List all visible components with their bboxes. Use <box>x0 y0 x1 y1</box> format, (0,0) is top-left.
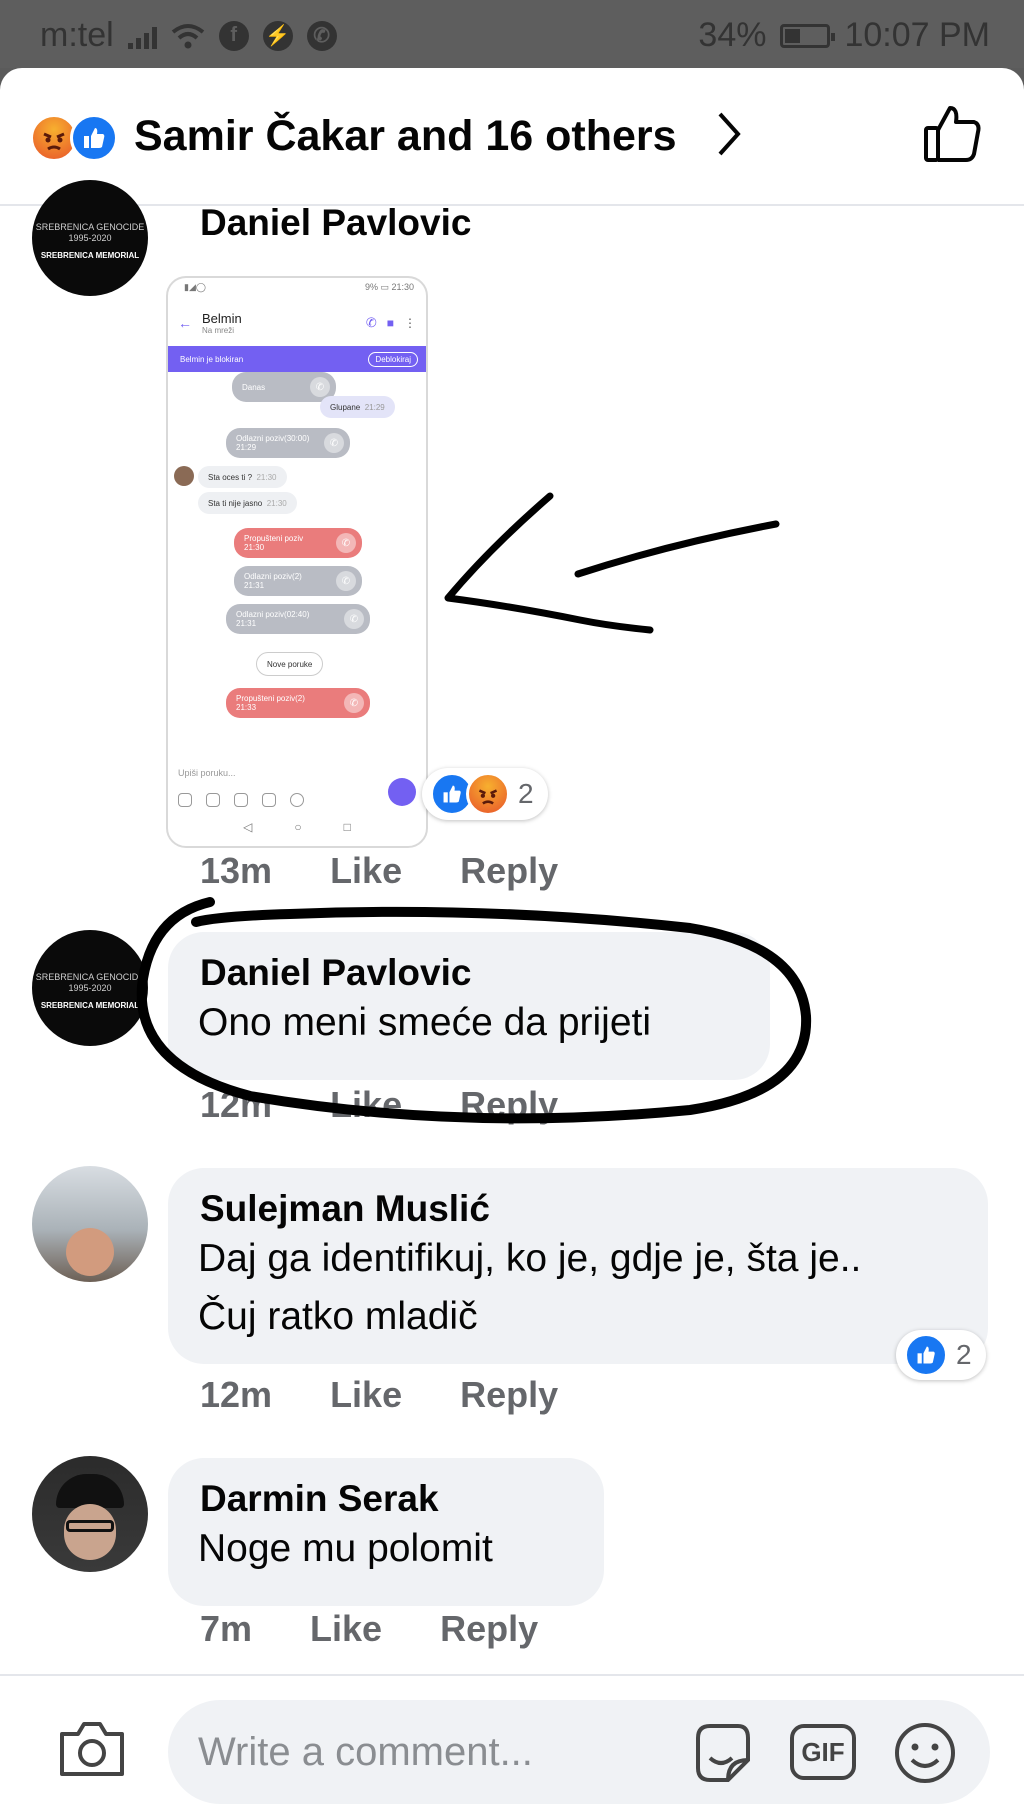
comment-meta: 13m Like Reply <box>200 850 558 892</box>
comment-bubble[interactable]: Sulejman Muslić Daj ga identifikuj, ko j… <box>168 1168 988 1364</box>
like-link[interactable]: Like <box>330 1374 402 1416</box>
like-reaction-icon <box>70 114 118 162</box>
chat-divider: Nove poruke <box>256 652 324 676</box>
unblock-button: Deblokiraj <box>368 351 418 367</box>
reply-link[interactable]: Reply <box>460 850 558 892</box>
wifi-icon <box>171 23 204 48</box>
reply-link[interactable]: Reply <box>440 1608 538 1650</box>
blocked-banner: Belmin je blokiran Deblokiraj <box>168 346 426 372</box>
comment-meta: 7m Like Reply <box>200 1608 538 1650</box>
chat-message: Sta oces ti ? 21:30 <box>198 466 287 488</box>
comment-composer: GIF <box>0 1674 1024 1820</box>
chat-message: Odlazni poziv(30:00) 21:29 ✆ <box>226 428 350 458</box>
comment-input-container[interactable]: GIF <box>168 1700 990 1804</box>
carrier-label: m:tel <box>40 16 114 54</box>
comment-time: 13m <box>200 850 273 891</box>
chat-message: Glupane 21:29 <box>320 396 395 418</box>
chat-message: Propušteni poziv 21:30 ✆ <box>234 528 362 558</box>
clock: 10:07 PM <box>844 16 990 54</box>
status-right: 34% 10:07 PM <box>698 16 990 55</box>
comment-author[interactable]: Daniel Pavlovic <box>200 202 471 244</box>
hand-drawn-arrow-annotation <box>444 492 780 634</box>
like-reaction-icon <box>904 1333 948 1377</box>
image-toolbar <box>178 790 416 810</box>
phone-icon: ✆ <box>365 315 377 330</box>
sticker-icon[interactable] <box>688 1720 754 1786</box>
comment-time: 12m <box>200 1374 273 1415</box>
reactions-header[interactable]: Samir Čakar and 16 others <box>0 68 1024 206</box>
angry-reaction-icon <box>466 772 510 816</box>
comment-text: Čuj ratko mladič <box>198 1295 478 1338</box>
emoji-icon[interactable] <box>892 1720 958 1786</box>
comment-author[interactable]: Darmin Serak <box>200 1478 574 1520</box>
comment-text: Noge mu polomit <box>198 1527 493 1570</box>
hand-drawn-circle-annotation <box>136 897 812 1124</box>
more-icon: ⋮ <box>404 316 416 330</box>
comment-time: 7m <box>200 1608 253 1649</box>
reactions-title[interactable]: Samir Čakar and 16 others <box>134 112 677 161</box>
chevron-right-icon[interactable] <box>714 108 744 160</box>
facebook-icon: f <box>218 20 249 51</box>
avatar-caption: SREBRENICA GENOCIDE 1995-2020 SREBRENICA … <box>35 222 145 260</box>
status-bar: m:tel f ⚡ ✆ 34% 10:07 PM <box>0 0 1024 68</box>
comments-sheet: Samir Čakar and 16 others SREBRENICA GEN… <box>0 68 1024 1820</box>
chat-message: Propušteni poziv(2) 21:33 ✆ <box>226 688 370 718</box>
video-icon: ■ <box>386 316 394 330</box>
image-contact-status: Na mreži <box>202 326 235 335</box>
avatar[interactable]: SREBRENICA GENOCIDE 1995-2020 SREBRENICA … <box>32 180 148 296</box>
comment-bubble[interactable]: Darmin Serak Noge mu polomit <box>168 1458 604 1606</box>
messenger-icon: ⚡ <box>262 20 293 51</box>
chat-message: Odlazni poziv(02:40) 21:31 ✆ <box>226 604 370 634</box>
battery-icon <box>780 23 836 48</box>
gif-button[interactable]: GIF <box>790 1724 856 1780</box>
image-contact-name: Belmin <box>202 311 242 326</box>
mic-icon <box>388 778 416 806</box>
image-status-bar: ▮◢◯ 9% ▭ 21:30 <box>184 282 414 292</box>
chat-message: Odlazni poziv(2) 21:31 ✆ <box>234 566 362 596</box>
whatsapp-icon: ✆ <box>306 20 337 51</box>
image-message-input: Upiši poruku... <box>178 768 236 778</box>
comment-reactions[interactable]: 2 <box>422 768 548 820</box>
avatar[interactable] <box>32 1456 148 1572</box>
camera-icon[interactable] <box>58 1720 126 1778</box>
comment-author[interactable]: Sulejman Muslić <box>200 1188 958 1230</box>
status-left: m:tel f ⚡ ✆ <box>40 16 337 55</box>
avatar[interactable] <box>32 1166 148 1282</box>
like-link[interactable]: Like <box>310 1608 382 1650</box>
battery-percent: 34% <box>698 16 767 54</box>
comment-image[interactable]: ▮◢◯ 9% ▭ 21:30 ← Belmin Na mreži ✆ ■ ⋮ Be… <box>166 276 428 848</box>
like-link[interactable]: Like <box>330 850 402 892</box>
reaction-summary[interactable] <box>30 114 122 162</box>
chat-avatar <box>174 466 194 486</box>
reply-link[interactable]: Reply <box>460 1374 558 1416</box>
back-arrow-icon: ← <box>178 315 192 331</box>
image-nav-bar: ◁ ○ □ <box>243 820 351 834</box>
comment-text: Daj ga identifikuj, ko je, gdje je, šta … <box>198 1237 862 1280</box>
comment-input[interactable] <box>198 1722 698 1782</box>
comment-reactions[interactable]: 2 <box>896 1330 986 1380</box>
reaction-count: 2 <box>518 778 534 809</box>
image-chat-header: ← Belmin Na mreži ✆ ■ ⋮ <box>168 300 426 346</box>
thumbs-up-icon[interactable] <box>922 104 982 164</box>
chat-message: Sta ti nije jasno 21:30 <box>198 492 297 514</box>
signal-icon <box>127 23 157 49</box>
chat-message: Danas ✆ <box>232 372 336 402</box>
reaction-count: 2 <box>956 1339 972 1370</box>
comment-meta: 12m Like Reply <box>200 1374 558 1416</box>
